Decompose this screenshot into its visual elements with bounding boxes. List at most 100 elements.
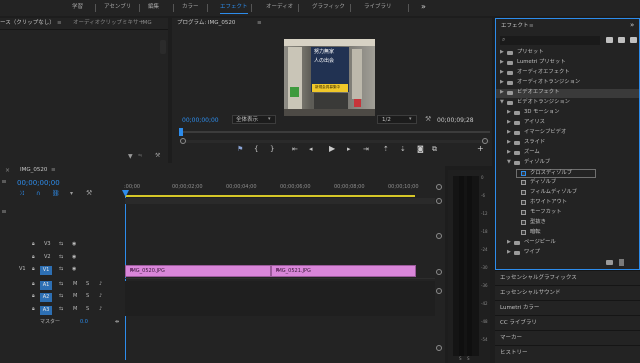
insert-overwrite-icon[interactable]: ⤨: [19, 191, 24, 197]
mute-button[interactable]: M: [73, 307, 77, 312]
add-marker-icon[interactable]: ⚑: [237, 146, 243, 153]
vertical-scroll-handle[interactable]: [436, 345, 442, 351]
wrench-icon[interactable]: ⚒: [86, 190, 92, 197]
tree-item-presets[interactable]: ▶ プリセット: [496, 49, 639, 58]
accelerated-effects-icon[interactable]: [606, 37, 613, 43]
video-clip[interactable]: IMG_0521.JPG: [271, 265, 416, 277]
program-time-ruler[interactable]: [180, 131, 490, 133]
wrench-icon[interactable]: ⚒: [155, 153, 160, 159]
tree-item-cutout[interactable]: 型抜き: [496, 219, 639, 228]
workspace-tab-graphics[interactable]: グラフィック: [312, 4, 345, 11]
tree-item-3d-motion[interactable]: ▶ 3D モーション: [496, 109, 639, 118]
vertical-scroll-handle[interactable]: [436, 288, 442, 294]
filter-icon[interactable]: ▼: [128, 154, 133, 160]
wrench-icon[interactable]: ⚒: [425, 116, 431, 123]
go-to-end-icon[interactable]: ⇼: [115, 320, 119, 325]
play-icon[interactable]: ▶: [329, 145, 335, 153]
32bit-effects-icon[interactable]: [618, 37, 625, 43]
step-forward-icon[interactable]: ▸: [347, 146, 351, 153]
tree-item-audio-transitions[interactable]: ▶ オーディオトランジション: [496, 79, 639, 88]
source-patch-label[interactable]: V1: [19, 267, 26, 272]
tree-item-video-transitions[interactable]: ▼ ビデオトランジション: [496, 99, 639, 108]
export-frame-icon[interactable]: ◙: [417, 146, 424, 153]
tree-item-dip-to-black[interactable]: 暗転: [496, 229, 639, 238]
tree-item-audio-effects[interactable]: ▶ オーディオエフェクト: [496, 69, 639, 78]
lift-icon[interactable]: ⇡: [383, 146, 389, 153]
tree-item-dissolve[interactable]: ▼ ディゾルブ: [496, 159, 639, 168]
mark-in-icon[interactable]: {: [254, 146, 258, 153]
program-playhead[interactable]: [179, 128, 183, 136]
tree-item-page-peel[interactable]: ▶ ページピール: [496, 239, 639, 248]
new-bin-icon[interactable]: [606, 260, 613, 265]
snap-icon[interactable]: ∩: [36, 191, 40, 197]
tree-item-immersive-video[interactable]: ▶ イマーシブビデオ: [496, 129, 639, 138]
workspace-tab-effects[interactable]: エフェクト: [220, 4, 248, 14]
track-name[interactable]: V3: [44, 242, 51, 247]
mark-out-icon[interactable]: }: [270, 146, 274, 153]
vertical-scroll-handle[interactable]: [436, 233, 442, 239]
tree-item-slide[interactable]: ▶ スライド: [496, 139, 639, 148]
microphone-icon[interactable]: ♪: [99, 282, 102, 287]
program-menu-icon[interactable]: ≡: [257, 20, 262, 27]
workspace-tab-assembly[interactable]: アセンブリ: [104, 4, 131, 11]
eye-icon[interactable]: ◉: [72, 267, 76, 272]
timeline-top-scrollbar[interactable]: [125, 198, 435, 204]
work-area-bar[interactable]: [125, 195, 415, 197]
panel-essential-sound[interactable]: エッセンシャルサウンド: [495, 285, 640, 300]
vertical-scroll-handle[interactable]: [436, 269, 442, 275]
panel-lumetri-color[interactable]: Lumetri カラー: [495, 300, 640, 315]
linked-selection-icon[interactable]: ⛓: [52, 191, 60, 197]
eye-icon[interactable]: ◉: [72, 255, 76, 260]
solo-left-button[interactable]: S: [459, 357, 462, 361]
panel-markers[interactable]: マーカー: [495, 330, 640, 345]
sync-lock-icon[interactable]: ⇆: [59, 294, 63, 299]
workspace-tab-color[interactable]: カラー: [182, 4, 199, 11]
effects-search-input[interactable]: ⌕: [500, 36, 600, 45]
step-back-icon[interactable]: ◂: [309, 146, 313, 153]
lock-icon[interactable]: 🔒︎: [32, 255, 35, 260]
program-monitor-title[interactable]: プログラム: IMG_0520: [177, 20, 235, 27]
program-scrollbar[interactable]: [180, 140, 490, 143]
workspace-tab-audio[interactable]: オーディオ: [266, 4, 293, 11]
double-chevron-right-icon[interactable]: »: [421, 3, 426, 11]
audio-clip-mixer-tab[interactable]: オーディオクリップミキサー: [73, 20, 144, 27]
track-target-a1[interactable]: A1: [40, 281, 52, 290]
tree-item-video-effects[interactable]: ▶ ビデオエフェクト: [496, 89, 639, 98]
timeline-playhead-timecode[interactable]: 00;00;00;00: [17, 180, 60, 187]
track-name[interactable]: V2: [44, 255, 51, 260]
microphone-icon[interactable]: ♪: [99, 307, 102, 312]
track-indicator-icon[interactable]: ⇋: [138, 154, 142, 159]
video-clip[interactable]: IMG_0520.JPG: [125, 265, 271, 277]
master-volume-value[interactable]: 0.0: [80, 320, 88, 325]
microphone-icon[interactable]: ♪: [99, 294, 102, 299]
tree-item-white-out[interactable]: ホワイトアウト: [496, 199, 639, 208]
sync-lock-icon[interactable]: ⇆: [59, 242, 63, 247]
effects-panel-title[interactable]: エフェクト: [501, 23, 529, 30]
tree-item-morph-cut[interactable]: モーフカット: [496, 209, 639, 218]
source-tab-label[interactable]: ース（クリップなし）: [0, 20, 55, 27]
scroll-handle[interactable]: [436, 184, 442, 190]
panel-cc-libraries[interactable]: CC ライブラリ: [495, 315, 640, 330]
add-button-icon[interactable]: +: [477, 145, 484, 153]
tree-item-dissolve-fx[interactable]: ディゾルブ: [496, 179, 639, 188]
close-icon[interactable]: ×: [5, 168, 10, 174]
track-target-a3[interactable]: A3: [40, 306, 52, 315]
yuv-effects-icon[interactable]: [630, 37, 637, 43]
comparison-view-icon[interactable]: ⧉: [432, 146, 437, 153]
go-to-in-icon[interactable]: ⇤: [292, 146, 298, 153]
panel-menu-icon[interactable]: ≡: [51, 167, 56, 174]
program-playhead-timecode[interactable]: 00;00;00;00: [182, 118, 219, 124]
workspace-tab-learning[interactable]: 学習: [72, 4, 83, 11]
solo-button[interactable]: S: [86, 282, 89, 287]
sync-lock-icon[interactable]: ⇆: [59, 267, 63, 272]
add-marker-icon[interactable]: ▾: [70, 191, 73, 197]
sync-lock-icon[interactable]: ⇆: [59, 307, 63, 312]
track-target-a2[interactable]: A2: [40, 293, 52, 302]
tree-item-lumetri-presets[interactable]: ▶ Lumetri プリセット: [496, 59, 639, 68]
lock-icon[interactable]: 🔒︎: [32, 307, 35, 312]
source-scrollbar[interactable]: [160, 40, 166, 54]
tree-item-zoom[interactable]: ▶ ズーム: [496, 149, 639, 158]
lock-icon[interactable]: 🔒︎: [32, 282, 35, 287]
sync-lock-icon[interactable]: ⇆: [59, 282, 63, 287]
tree-item-wipe[interactable]: ▶ ワイプ: [496, 249, 639, 258]
